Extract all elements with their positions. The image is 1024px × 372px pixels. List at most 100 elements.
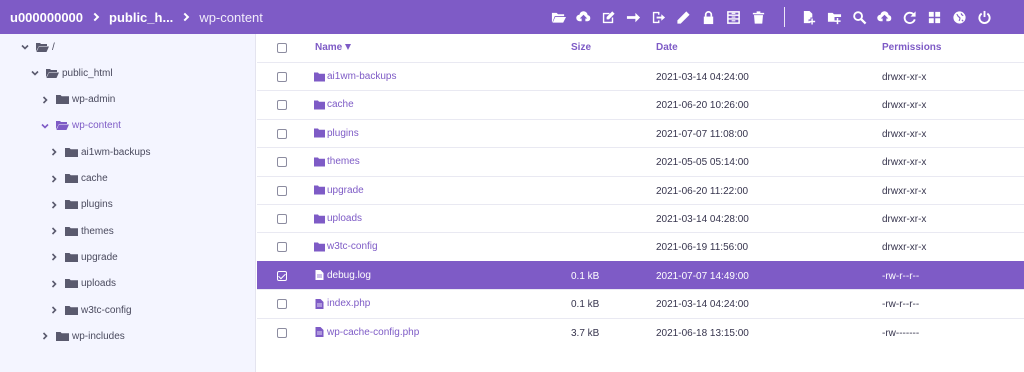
table-row[interactable]: ai1wm-backups 2021-03-14 04:24:00 drwxr-xr… [257,62,1024,90]
table-row[interactable]: cache 2021-06-20 10:26:00 drwxr-xr-x [257,90,1024,118]
folder-open-icon [46,68,59,79]
row-checkbox[interactable] [277,185,287,196]
chevron-right-icon[interactable] [49,305,59,315]
row-checkbox[interactable] [277,270,287,281]
table-row[interactable]: themes 2021-05-05 05:14:00 drwxr-xr-x [257,147,1024,175]
chevron-right-icon[interactable] [40,331,50,341]
tree-node-label: wp-includes [72,330,125,342]
table-row[interactable]: uploads 2021-03-14 04:28:00 drwxr-xr-x [257,204,1024,232]
refresh-icon[interactable] [897,0,922,34]
lock-icon[interactable] [696,0,721,34]
chevron-down-icon[interactable] [30,68,40,78]
table-row[interactable]: wp-cache-config.php 3.7 kB 2021-06-18 13:1… [257,317,1024,346]
chevron-down-icon[interactable] [40,121,50,131]
folder-icon [65,147,78,158]
edit-box-icon[interactable] [596,0,621,34]
file-name-cell[interactable]: uploads [314,213,362,224]
table-row[interactable]: w3tc-config 2021-06-19 11:56:00 drwxr-xr-x [257,232,1024,260]
tree-node[interactable]: ai1wm-backups [49,142,150,162]
file-name-cell[interactable]: debug.log [314,270,371,281]
new-folder-icon[interactable] [822,0,847,34]
file-size: 3.7 kB [571,327,600,339]
file-name-cell[interactable]: wp-cache-config.php [314,327,419,338]
sort-desc-icon [345,44,352,51]
row-checkbox[interactable] [277,242,287,253]
tree-node[interactable]: uploads [49,274,116,294]
file-name: uploads [327,213,363,224]
file-name-cell[interactable]: w3tc-config [314,241,378,252]
row-checkbox[interactable] [277,157,287,168]
tree-node-label: public_html [62,67,113,79]
power-icon[interactable] [972,0,997,34]
trash-icon[interactable] [746,0,771,34]
file-size: 0.1 kB [571,270,600,282]
row-checkbox[interactable] [277,327,287,338]
breadcrumb-root[interactable]: u000000000 [10,10,83,25]
upload-icon[interactable] [872,0,897,34]
folder-icon [65,305,78,316]
pencil-icon[interactable] [671,0,696,34]
file-name-cell[interactable]: upgrade [314,185,364,196]
breadcrumb-current: wp-content [199,9,263,25]
row-checkbox[interactable] [277,128,287,139]
folder-icon [65,173,78,184]
tree-node[interactable]: themes [49,221,114,241]
file-date: 2021-06-19 11:56:00 [656,242,749,254]
chevron-right-icon [90,12,100,22]
row-checkbox[interactable] [277,100,287,111]
row-checkbox[interactable] [277,299,287,310]
tree-node[interactable]: cache [49,169,108,189]
chevron-right-icon[interactable] [49,147,59,157]
tree-node[interactable]: plugins [49,195,113,215]
column-permissions-header[interactable]: Permissions [882,42,941,53]
file-name-cell[interactable]: plugins [314,128,359,139]
globe-icon[interactable] [947,0,972,34]
table-row[interactable]: plugins 2021-07-07 11:08:00 drwxr-xr-x [257,118,1024,147]
search-icon[interactable] [847,0,872,34]
row-checkbox[interactable] [277,214,287,224]
file-name: w3tc-config [327,241,378,253]
tree-node[interactable]: w3tc-config [49,300,132,320]
file-name-cell[interactable]: index.php [314,298,370,309]
column-date-header[interactable]: Date [656,42,678,53]
column-size-header[interactable]: Size [571,42,591,53]
file-permissions: drwxr-xr-x [882,214,927,225]
table-row[interactable]: index.php 0.1 kB 2021-03-14 04:24:00 -rw-r-… [257,289,1024,317]
chevron-down-icon[interactable] [20,42,30,52]
chevron-right-icon[interactable] [40,95,50,105]
tree-node[interactable]: wp-admin [40,90,115,110]
column-name-header[interactable]: Name [315,42,352,53]
cloud-upload-icon[interactable] [571,0,596,34]
archive-icon[interactable] [721,0,746,34]
new-file-icon[interactable] [797,0,822,34]
tree-node[interactable]: upgrade [49,247,118,267]
file-name-cell[interactable]: cache [314,99,354,110]
chevron-right-icon[interactable] [49,226,59,236]
file-permissions: -rw-r--r-- [882,270,920,282]
folder-open-icon[interactable] [546,0,571,34]
table-row[interactable]: debug.log 0.1 kB 2021-07-07 14:49:00 -rw-r-… [257,260,1024,289]
file-name-cell[interactable]: ai1wm-backups [314,71,396,82]
chevron-right-icon[interactable] [49,252,59,262]
breadcrumb-public-html[interactable]: public_h... [109,10,173,25]
select-all-checkbox[interactable] [277,43,287,53]
tree-node[interactable]: wp-includes [40,326,125,346]
tree-node[interactable]: public_html [30,63,113,83]
chevron-right-icon[interactable] [49,200,59,210]
move-out-icon[interactable] [646,0,671,34]
folder-icon [314,242,325,252]
chevron-right-icon[interactable] [49,279,59,289]
chevron-right-icon[interactable] [49,174,59,184]
file-name: plugins [327,127,359,139]
file-name-cell[interactable]: themes [314,156,360,167]
tree-node[interactable]: wp-content [40,116,121,136]
grid-icon[interactable] [922,0,947,34]
row-checkbox[interactable] [277,72,287,82]
arrow-right-icon[interactable] [621,0,646,34]
file-date: 2021-06-20 10:26:00 [656,100,749,112]
folder-open-icon [36,42,49,53]
file-permissions: drwxr-xr-x [882,242,927,254]
tree-node[interactable]: / [20,37,55,57]
table-row[interactable]: upgrade 2021-06-20 11:22:00 drwxr-xr-x [257,175,1024,204]
file-icon [314,298,325,309]
